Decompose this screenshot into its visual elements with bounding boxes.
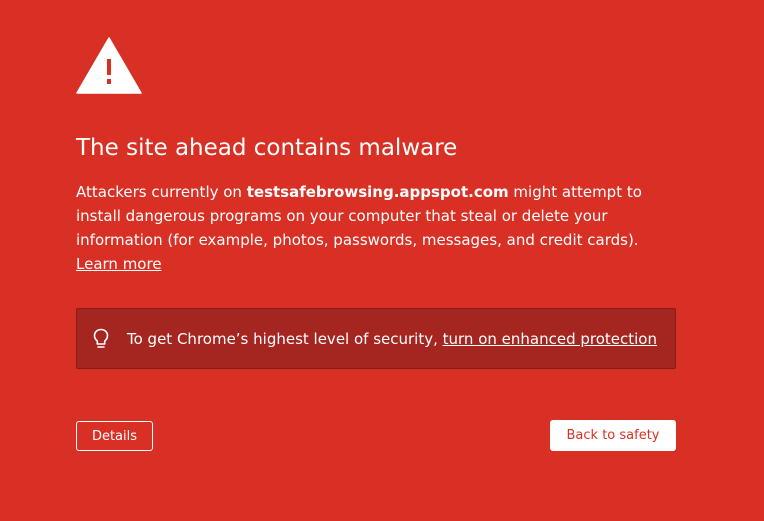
enhanced-protection-text: To get Chrome’s highest level of securit… xyxy=(127,328,657,350)
back-to-safety-button[interactable]: Back to safety xyxy=(550,420,676,451)
lightbulb-icon xyxy=(93,328,109,348)
enhanced-protection-prompt: To get Chrome’s highest level of securit… xyxy=(127,330,443,348)
explanation-prefix: Attackers currently on xyxy=(76,183,247,201)
site-domain: testsafebrowsing.appspot.com xyxy=(246,183,509,201)
page-title: The site ahead contains malware xyxy=(76,135,458,161)
enhanced-protection-notice: To get Chrome’s highest level of securit… xyxy=(76,308,676,369)
learn-more-link[interactable]: Learn more xyxy=(76,255,162,273)
warning-triangle-icon xyxy=(76,37,142,94)
malware-explanation: Attackers currently on testsafebrowsing.… xyxy=(76,180,676,276)
enhanced-protection-link[interactable]: turn on enhanced protection xyxy=(443,330,657,348)
details-button[interactable]: Details xyxy=(76,421,153,451)
